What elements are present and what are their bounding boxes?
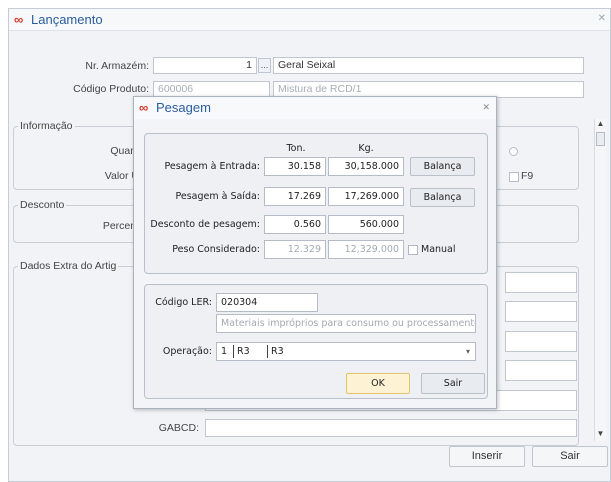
- vertical-scrollbar[interactable]: ▲ ▼: [594, 119, 606, 441]
- manual-label: Manual: [421, 244, 456, 255]
- desconto-ton-field[interactable]: 0.560: [264, 215, 326, 234]
- armazem-name-field: Geral Seixal: [273, 57, 584, 74]
- percent-label: Percent: [102, 220, 139, 232]
- app-logo-icon: ∞: [14, 12, 24, 27]
- ton-header: Ton.: [286, 143, 306, 154]
- peso-ton-field: 12.329: [264, 240, 326, 259]
- desconto-kg-field[interactable]: 560.000: [328, 215, 404, 234]
- valor-label: Valor U: [104, 170, 139, 182]
- balanca-saida-button[interactable]: Balança: [410, 188, 475, 207]
- operacao-col1: 1: [221, 346, 228, 357]
- extra-field-2[interactable]: [505, 301, 577, 322]
- scroll-thumb[interactable]: [596, 132, 605, 146]
- entrada-label: Pesagem à Entrada:: [164, 161, 260, 172]
- kg-header: Kg.: [358, 143, 374, 154]
- operacao-col2: R3: [237, 346, 250, 357]
- ler-description-field: Materiais impróprios para consumo ou pro…: [216, 314, 476, 333]
- gabcd-label: GABCD:: [158, 422, 199, 434]
- ok-button[interactable]: OK: [346, 373, 410, 394]
- desconto-pesagem-label: Desconto de pesagem:: [150, 219, 260, 230]
- extra-field-1[interactable]: [505, 272, 577, 293]
- balanca-entrada-label: Balança: [423, 161, 462, 172]
- nr-armazem-input[interactable]: 1: [153, 57, 257, 74]
- pesagem-dialog: ∞ Pesagem ✕ Ton. Kg. Pesagem à Entrada: …: [133, 96, 497, 409]
- dialog-close-icon[interactable]: ✕: [482, 102, 490, 113]
- desconto-group-title: Desconto: [18, 199, 67, 211]
- saida-label: Pesagem à Saída:: [175, 191, 260, 202]
- extra-field-3[interactable]: [505, 331, 577, 352]
- gabcd-field[interactable]: [205, 419, 577, 437]
- armazem-lookup-button[interactable]: ...: [258, 58, 271, 73]
- outer-sair-button-label: Sair: [560, 450, 580, 462]
- informacao-group-title: Informação: [18, 120, 75, 132]
- balanca-entrada-button[interactable]: Balança: [410, 157, 475, 176]
- saida-kg-field[interactable]: 17,269.000: [328, 187, 404, 206]
- balanca-saida-label: Balança: [423, 192, 462, 203]
- inserir-button[interactable]: Inserir: [449, 446, 525, 467]
- nr-armazem-label: Nr. Armazém:: [85, 60, 149, 72]
- ok-button-label: OK: [371, 378, 385, 389]
- dialog-sair-button[interactable]: Sair: [421, 373, 485, 394]
- peso-considerado-label: Peso Considerado:: [172, 244, 260, 255]
- codigo-ler-input[interactable]: 020304: [216, 293, 318, 312]
- dialog-title: Pesagem: [156, 100, 211, 115]
- f9-label: F9: [521, 170, 534, 182]
- operacao-select[interactable]: 1 R3 R3 ▾: [216, 342, 476, 361]
- dados-extra-group-title: Dados Extra do Artig: [18, 260, 119, 272]
- window-title: Lançamento: [31, 12, 103, 27]
- dialog-logo-icon: ∞: [139, 100, 149, 115]
- codigo-produto-label: Código Produto:: [73, 83, 149, 95]
- inserir-button-label: Inserir: [471, 450, 503, 462]
- dialog-sair-button-label: Sair: [443, 378, 463, 389]
- scroll-up-icon[interactable]: ▲: [595, 119, 606, 131]
- entrada-ton-field[interactable]: 30.158: [264, 157, 326, 176]
- codigo-ler-label: Código LER:: [155, 297, 212, 308]
- scroll-down-icon[interactable]: ▼: [595, 429, 606, 441]
- operacao-label: Operação:: [162, 346, 212, 357]
- entrada-kg-field[interactable]: 30,158.000: [328, 157, 404, 176]
- f9-checkbox[interactable]: [509, 172, 519, 182]
- chevron-down-icon[interactable]: ▾: [466, 343, 470, 360]
- window-title-bar: ∞ Lançamento ✕: [9, 9, 610, 31]
- saida-ton-field[interactable]: 17.269: [264, 187, 326, 206]
- dialog-title-bar: ∞ Pesagem ✕: [134, 97, 496, 119]
- close-icon[interactable]: ✕: [598, 13, 606, 24]
- info-radio[interactable]: [509, 147, 518, 156]
- manual-checkbox[interactable]: [408, 245, 418, 255]
- operacao-separator-1: [233, 345, 234, 358]
- extra-field-4[interactable]: [505, 360, 577, 381]
- quant-label: Quant: [110, 145, 139, 157]
- operacao-separator-2: [267, 345, 268, 358]
- peso-kg-field: 12,329.000: [328, 240, 404, 259]
- outer-sair-button[interactable]: Sair: [532, 446, 608, 467]
- operacao-col3: R3: [271, 346, 284, 357]
